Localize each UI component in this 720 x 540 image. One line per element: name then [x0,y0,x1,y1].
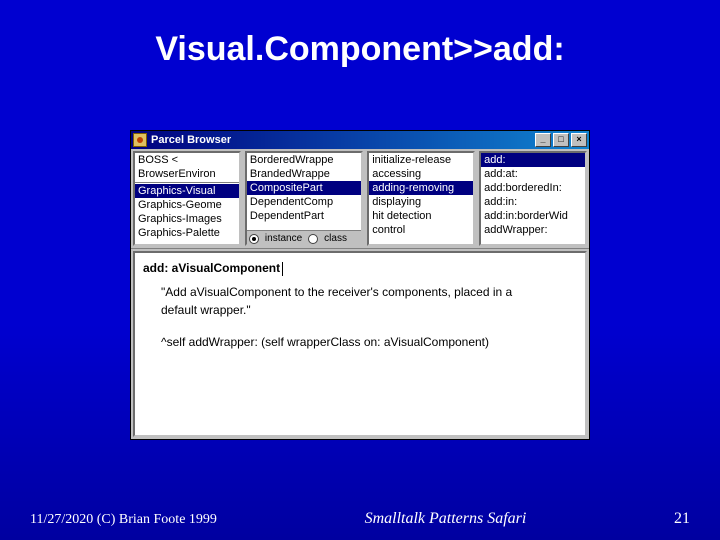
method-comment-line: "Add aVisualComponent to the receiver's … [143,283,577,301]
minimize-button[interactable]: _ [535,133,551,147]
footer-title: Smalltalk Patterns Safari [217,510,674,528]
list-item[interactable]: Graphics-Palette [135,226,239,240]
radio-instance[interactable] [249,234,259,244]
method-pane[interactable]: add: add:at: add:borderedIn: add:in: add… [479,151,587,246]
parcel-browser-window: Parcel Browser _ □ × BOSS < BrowserEnvir… [130,130,590,440]
list-item[interactable]: Graphics-Images [135,212,239,226]
category-pane[interactable]: BOSS < BrowserEnviron Graphics-Visual Gr… [133,151,241,246]
maximize-button[interactable]: □ [553,133,569,147]
list-item[interactable]: initialize-release [369,153,473,167]
footer-date-copyright: 11/27/2020 (C) Brian Foote 1999 [30,512,217,528]
text-caret [282,262,283,276]
protocol-pane[interactable]: initialize-release accessing adding-remo… [367,151,475,246]
list-item[interactable]: hit detection [369,209,473,223]
class-pane[interactable]: BorderedWrappe BrandedWrappe CompositePa… [245,151,363,246]
close-button[interactable]: × [571,133,587,147]
list-item[interactable]: Graphics-Visual [135,184,239,198]
list-item[interactable]: DependentPart [247,209,361,223]
footer-page-number: 21 [674,510,690,528]
list-item[interactable]: BrandedWrappe [247,167,361,181]
list-item[interactable]: add: [481,153,585,167]
titlebar[interactable]: Parcel Browser _ □ × [131,131,589,149]
radio-class-label: class [324,232,347,246]
list-item[interactable]: add:at: [481,167,585,181]
list-item[interactable]: BOSS < [135,153,239,167]
list-item[interactable]: add:borderedIn: [481,181,585,195]
method-signature: add: aVisualComponent [143,261,280,275]
list-item[interactable]: CompositePart [247,181,361,195]
list-item[interactable]: Graphics-Geome [135,198,239,212]
window-title: Parcel Browser [151,134,231,146]
slide-title: Visual.Component>>add: [0,0,720,89]
list-item[interactable]: control [369,223,473,237]
list-item[interactable]: addWrapper: [481,223,585,237]
list-item[interactable]: BorderedWrappe [247,153,361,167]
slide-footer: 11/27/2020 (C) Brian Foote 1999 Smalltal… [0,510,720,528]
instance-class-switch[interactable]: instance class [245,230,363,246]
list-item[interactable]: DependentComp [247,195,361,209]
list-item[interactable]: add:in:borderWid [481,209,585,223]
method-body: ^self addWrapper: (self wrapperClass on:… [143,333,577,351]
radio-class[interactable] [308,234,318,244]
list-item[interactable]: displaying [369,195,473,209]
code-pane[interactable]: add: aVisualComponent "Add aVisualCompon… [133,251,587,437]
list-item[interactable]: BrowserEnviron [135,167,239,181]
list-item[interactable]: add:in: [481,195,585,209]
list-item[interactable]: adding-removing [369,181,473,195]
method-comment-line: default wrapper." [143,301,577,319]
browser-panes: BOSS < BrowserEnviron Graphics-Visual Gr… [131,149,589,249]
radio-instance-label: instance [265,232,302,246]
app-icon [133,133,147,147]
list-item[interactable]: accessing [369,167,473,181]
